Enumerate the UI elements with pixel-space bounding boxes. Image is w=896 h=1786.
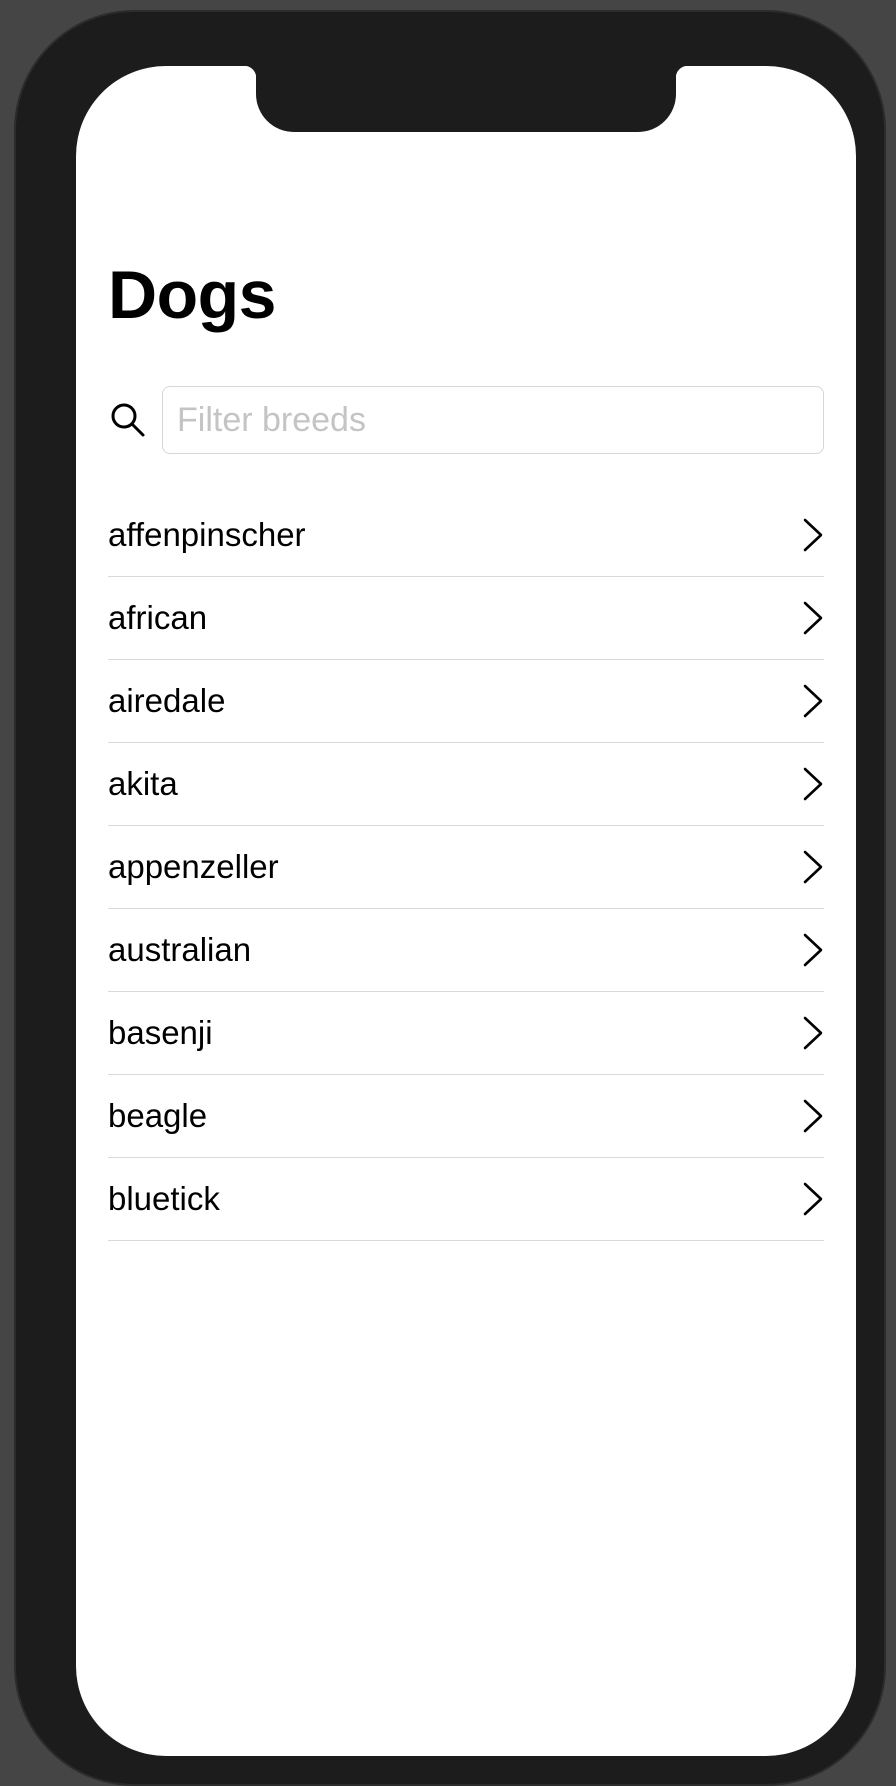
- breed-label: basenji: [108, 1014, 213, 1051]
- chevron-right-icon: [803, 767, 823, 801]
- breed-label: appenzeller: [108, 848, 279, 885]
- device-notch: [244, 66, 688, 132]
- search-icon: [111, 403, 145, 437]
- breed-label: bluetick: [108, 1180, 220, 1217]
- breed-label: beagle: [108, 1097, 208, 1134]
- chevron-right-icon: [803, 850, 823, 884]
- list-item[interactable]: australian: [108, 909, 824, 992]
- chevron-right-icon: [803, 1016, 823, 1050]
- chevron-right-icon: [803, 1099, 823, 1133]
- breed-label: akita: [108, 765, 178, 802]
- breed-label: affenpinscher: [108, 516, 306, 553]
- list-item[interactable]: affenpinscher: [108, 494, 824, 577]
- app-screen: Dogs affenpinscher african airedale: [76, 66, 856, 1756]
- breed-label: australian: [108, 931, 252, 968]
- list-item[interactable]: airedale: [108, 660, 824, 743]
- list-item[interactable]: basenji: [108, 992, 824, 1075]
- list-item[interactable]: akita: [108, 743, 824, 826]
- chevron-right-icon: [803, 1182, 823, 1216]
- search-bar: [108, 386, 824, 454]
- chevron-right-icon: [803, 933, 823, 967]
- list-item[interactable]: african: [108, 577, 824, 660]
- device-frame: Dogs affenpinscher african airedale: [14, 10, 886, 1786]
- chevron-right-icon: [803, 601, 823, 635]
- breed-label: airedale: [108, 682, 226, 719]
- list-item[interactable]: appenzeller: [108, 826, 824, 909]
- breed-label: african: [108, 599, 208, 636]
- breed-list: affenpinscher african airedale akita app…: [108, 494, 824, 1241]
- page-title: Dogs: [108, 257, 277, 333]
- list-item[interactable]: bluetick: [108, 1158, 824, 1241]
- filter-breeds-input[interactable]: [162, 386, 824, 454]
- chevron-right-icon: [803, 518, 823, 552]
- chevron-right-icon: [803, 684, 823, 718]
- list-item[interactable]: beagle: [108, 1075, 824, 1158]
